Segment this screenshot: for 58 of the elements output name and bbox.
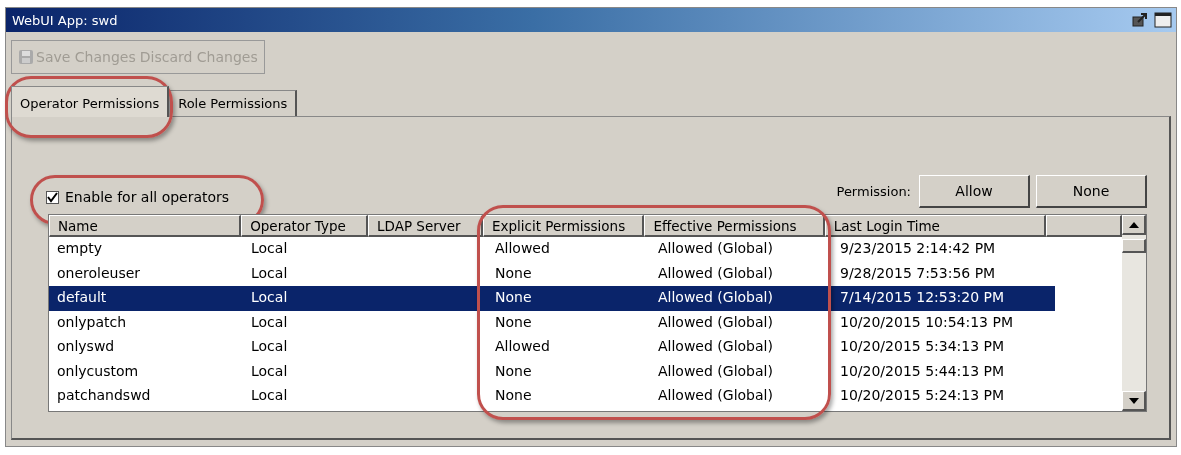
table-cell-text: 10/20/2015 5:34:13 PM xyxy=(839,337,1006,356)
table-cell: Local xyxy=(243,286,371,311)
scroll-down-button[interactable] xyxy=(1122,391,1146,411)
column-header[interactable]: Effective Permissions xyxy=(644,215,825,237)
table-cell-text: patchandswd xyxy=(56,386,152,405)
scroll-up-button[interactable] xyxy=(1122,215,1146,235)
table-cell: 7/14/2015 12:53:20 PM xyxy=(832,286,1055,311)
table-cell-text: Local xyxy=(250,312,289,332)
tab[interactable]: Role Permissions xyxy=(169,90,298,116)
up-arrow-icon xyxy=(1128,221,1139,228)
table-cell-text: onlyswd xyxy=(56,337,116,356)
table-cell-text: 9/28/2015 7:53:56 PM xyxy=(839,263,997,283)
table-cell-text: Local xyxy=(250,386,289,405)
column-header[interactable]: LDAP Server xyxy=(368,215,483,237)
column-header[interactable] xyxy=(1045,215,1122,237)
down-arrow-icon xyxy=(1128,397,1139,404)
table-cell-text: None xyxy=(494,386,533,405)
table-cell-text: Allowed (Global) xyxy=(657,239,774,258)
table-cell: default xyxy=(49,286,243,311)
table-cell-text: Allowed xyxy=(494,337,551,356)
column-header[interactable]: Operator Type xyxy=(241,215,368,237)
table-cell-text: 9/23/2015 2:14:42 PM xyxy=(839,239,997,258)
table-cell-text: 10/20/2015 5:44:13 PM xyxy=(839,361,1006,381)
window-title: WebUI App: swd xyxy=(12,12,118,28)
column-header[interactable]: Explicit Permissions xyxy=(483,215,645,237)
table-cell-text: Allowed (Global) xyxy=(657,312,774,332)
table-cell-text: Local xyxy=(250,361,289,381)
permission-button[interactable]: None xyxy=(1036,175,1147,208)
scroll-thumb[interactable] xyxy=(1122,239,1146,253)
table-cell-text: onlypatch xyxy=(56,312,128,332)
permission-button[interactable]: Allow xyxy=(919,175,1030,208)
table-cell-text: 10/20/2015 10:54:13 PM xyxy=(839,312,1014,332)
table-cell-text: oneroleuser xyxy=(56,263,142,283)
table-cell-text: Allowed (Global) xyxy=(657,263,774,283)
table-cell-text: None xyxy=(494,263,533,283)
table-cell-text: empty xyxy=(56,239,103,258)
table-cell-text: None xyxy=(494,312,533,332)
checkmark-icon xyxy=(47,191,58,203)
maximize-icon[interactable] xyxy=(1154,12,1172,28)
column-header[interactable]: Name xyxy=(49,215,242,237)
table-cell-text: Allowed xyxy=(494,239,551,258)
vertical-scrollbar[interactable] xyxy=(1122,215,1146,411)
table-cell-text: Allowed (Global) xyxy=(657,361,774,381)
popout-icon[interactable] xyxy=(1132,13,1148,27)
tab[interactable]: Operator Permissions xyxy=(11,86,170,117)
column-header[interactable]: Last Login Time xyxy=(824,215,1046,237)
table-cell-text: Local xyxy=(250,263,289,283)
table-cell-text: Allowed (Global) xyxy=(657,386,774,405)
table-cell-text: Local xyxy=(250,337,289,356)
table-cell: None xyxy=(487,286,650,311)
table-cell-text: 10/20/2015 5:24:13 PM xyxy=(839,386,1006,405)
permission-label: Permission: xyxy=(836,184,911,199)
table-cell-text: Local xyxy=(250,239,289,258)
table-cell-text: onlycustom xyxy=(56,361,140,381)
table-cell: Allowed (Global) xyxy=(650,286,832,311)
table-cell-text: None xyxy=(494,361,533,381)
checkbox[interactable] xyxy=(46,190,59,204)
table-cell-text: Allowed (Global) xyxy=(657,337,774,356)
